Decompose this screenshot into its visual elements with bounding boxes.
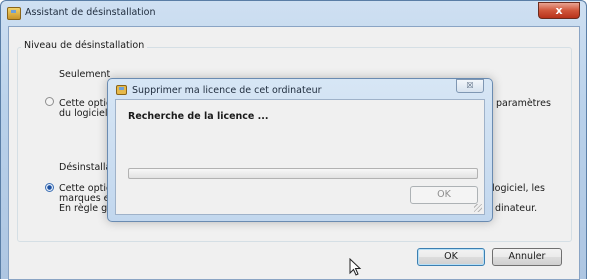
dialog-heading: Recherche de la licence ...	[128, 111, 269, 122]
option1-desc-line1-right: paramètres	[496, 98, 551, 109]
option2-label: Désinstalla	[59, 162, 112, 173]
license-dialog: Supprimer ma licence de cet ordinateur ☒…	[107, 78, 493, 222]
resize-grip[interactable]	[474, 204, 482, 212]
dialog-ok-button[interactable]: OK	[410, 186, 478, 204]
title-bar[interactable]: Assistant de désinstallation x	[1, 1, 586, 25]
cancel-button[interactable]: Annuler	[492, 248, 562, 266]
dialog-title: Supprimer ma licence de cet ordinateur	[132, 85, 322, 96]
option1-radio[interactable]	[45, 97, 54, 106]
option2-desc-line1-right: logiciel, les	[492, 183, 545, 194]
group-title: Niveau de désinstallation	[21, 41, 148, 51]
close-button[interactable]: x	[538, 2, 580, 19]
option2-desc-line3: En règle gé	[59, 203, 113, 214]
option2-radio[interactable]	[45, 183, 54, 192]
cursor-icon	[349, 258, 362, 276]
option1-desc-line2: du logiciel,	[59, 108, 111, 119]
option2-desc-line3-right: dinateur.	[495, 203, 538, 214]
dialog-content: Recherche de la licence ... OK	[115, 99, 485, 215]
app-icon	[116, 85, 127, 95]
app-icon	[7, 7, 21, 20]
option1-label: Seulement	[59, 69, 111, 80]
ok-button[interactable]: OK	[417, 248, 485, 266]
window-title: Assistant de désinstallation	[25, 7, 156, 18]
dialog-close-button[interactable]: ☒	[456, 79, 484, 93]
progress-bar	[128, 168, 478, 179]
